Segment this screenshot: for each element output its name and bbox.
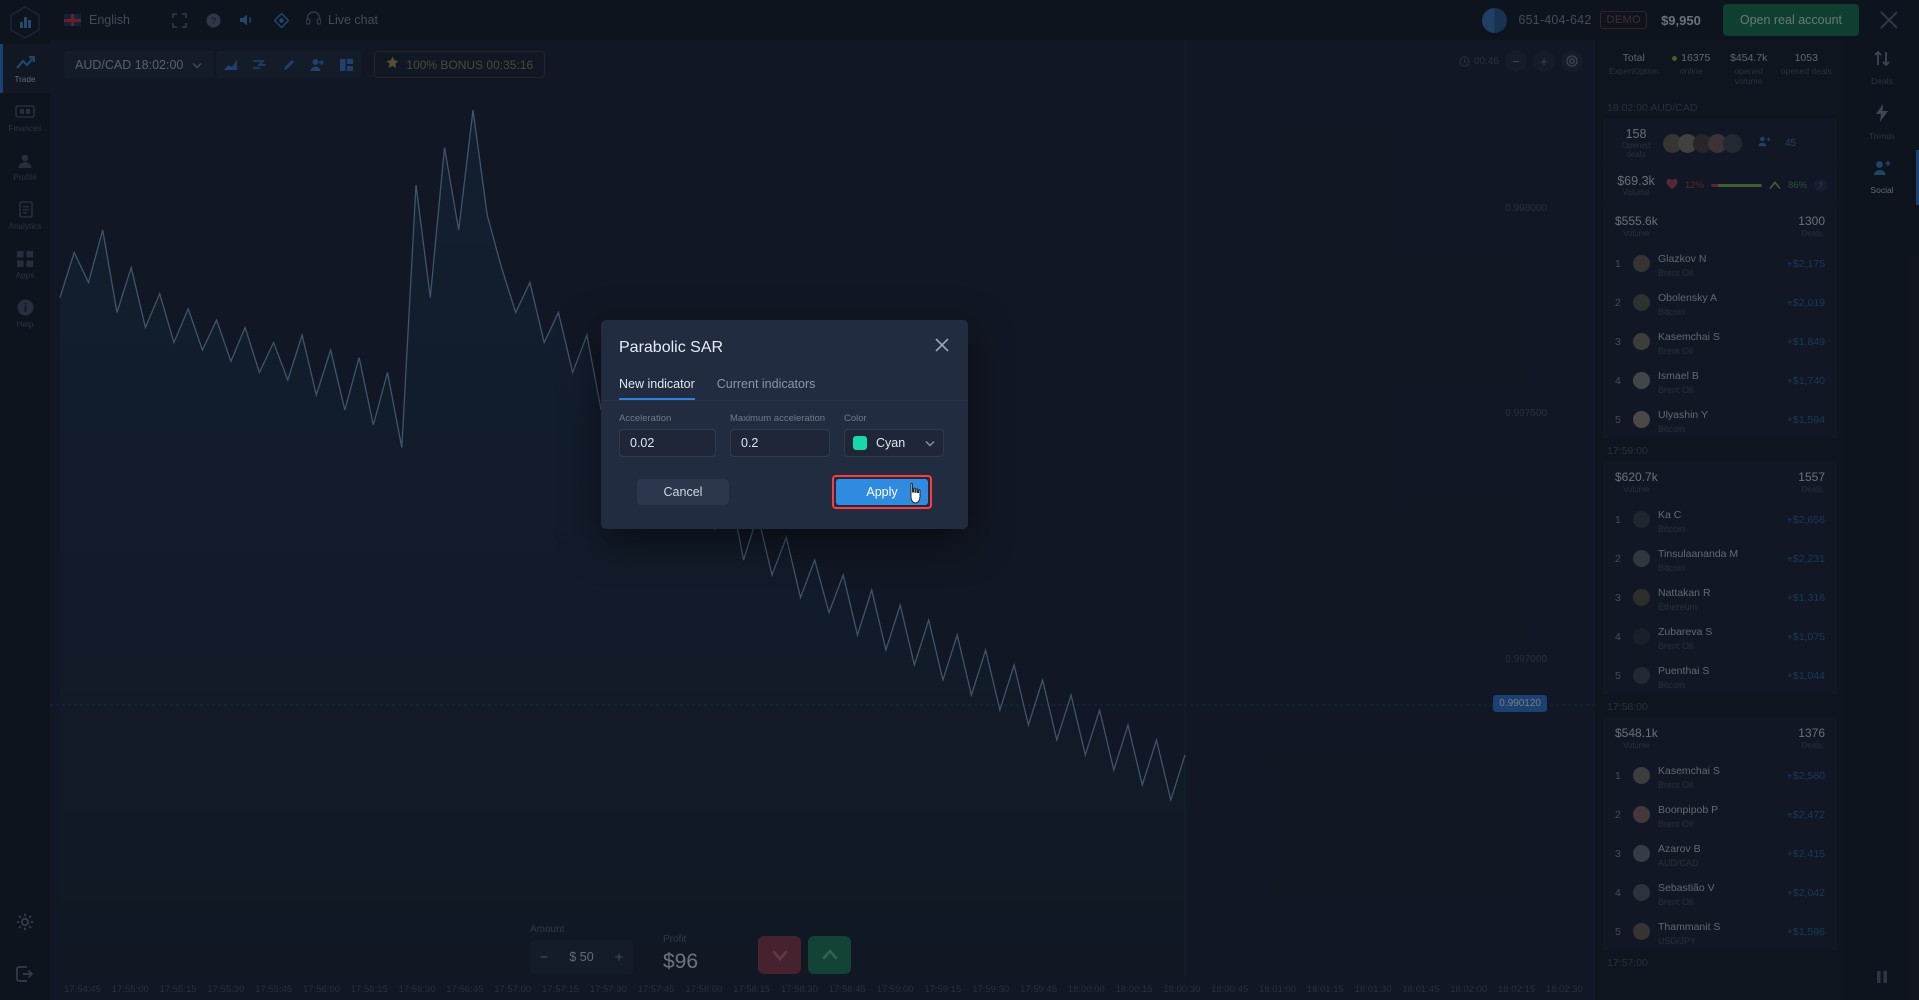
- indicator-fields: Acceleration 0.02 Maximum acceleration 0…: [619, 413, 950, 457]
- acceleration-label: Acceleration: [619, 413, 672, 424]
- trading-app: Trade Finances Profile Analytics Apps: [0, 0, 1919, 1000]
- indicator-dialog: Parabolic SAR New indicator Current indi…: [601, 320, 968, 529]
- acceleration-field: Acceleration 0.02: [619, 413, 716, 457]
- apply-button[interactable]: Apply: [836, 479, 928, 505]
- chevron-down-icon: [925, 434, 935, 452]
- acceleration-input[interactable]: 0.02: [619, 429, 716, 457]
- max-acceleration-label: Maximum acceleration: [730, 413, 826, 424]
- dialog-title: Parabolic SAR: [619, 338, 724, 356]
- color-select[interactable]: Cyan: [844, 429, 944, 457]
- max-acceleration-field: Maximum acceleration 0.2: [730, 413, 830, 457]
- color-swatch: [853, 436, 867, 450]
- color-label: Color: [844, 413, 867, 424]
- dialog-actions: Cancel Apply: [619, 457, 950, 529]
- cancel-button[interactable]: Cancel: [637, 479, 729, 505]
- dialog-header: Parabolic SAR: [601, 320, 968, 371]
- dialog-body: Acceleration 0.02 Maximum acceleration 0…: [601, 401, 968, 529]
- close-icon[interactable]: [934, 337, 950, 358]
- max-acceleration-input[interactable]: 0.2: [730, 429, 830, 457]
- dialog-tabs: New indicator Current indicators: [601, 371, 968, 400]
- tab-new-indicator[interactable]: New indicator: [619, 371, 695, 400]
- color-name: Cyan: [876, 436, 906, 450]
- tab-current-indicators[interactable]: Current indicators: [717, 371, 816, 400]
- apply-button-highlight: Apply: [832, 475, 932, 509]
- color-field: Color Cyan: [844, 413, 944, 457]
